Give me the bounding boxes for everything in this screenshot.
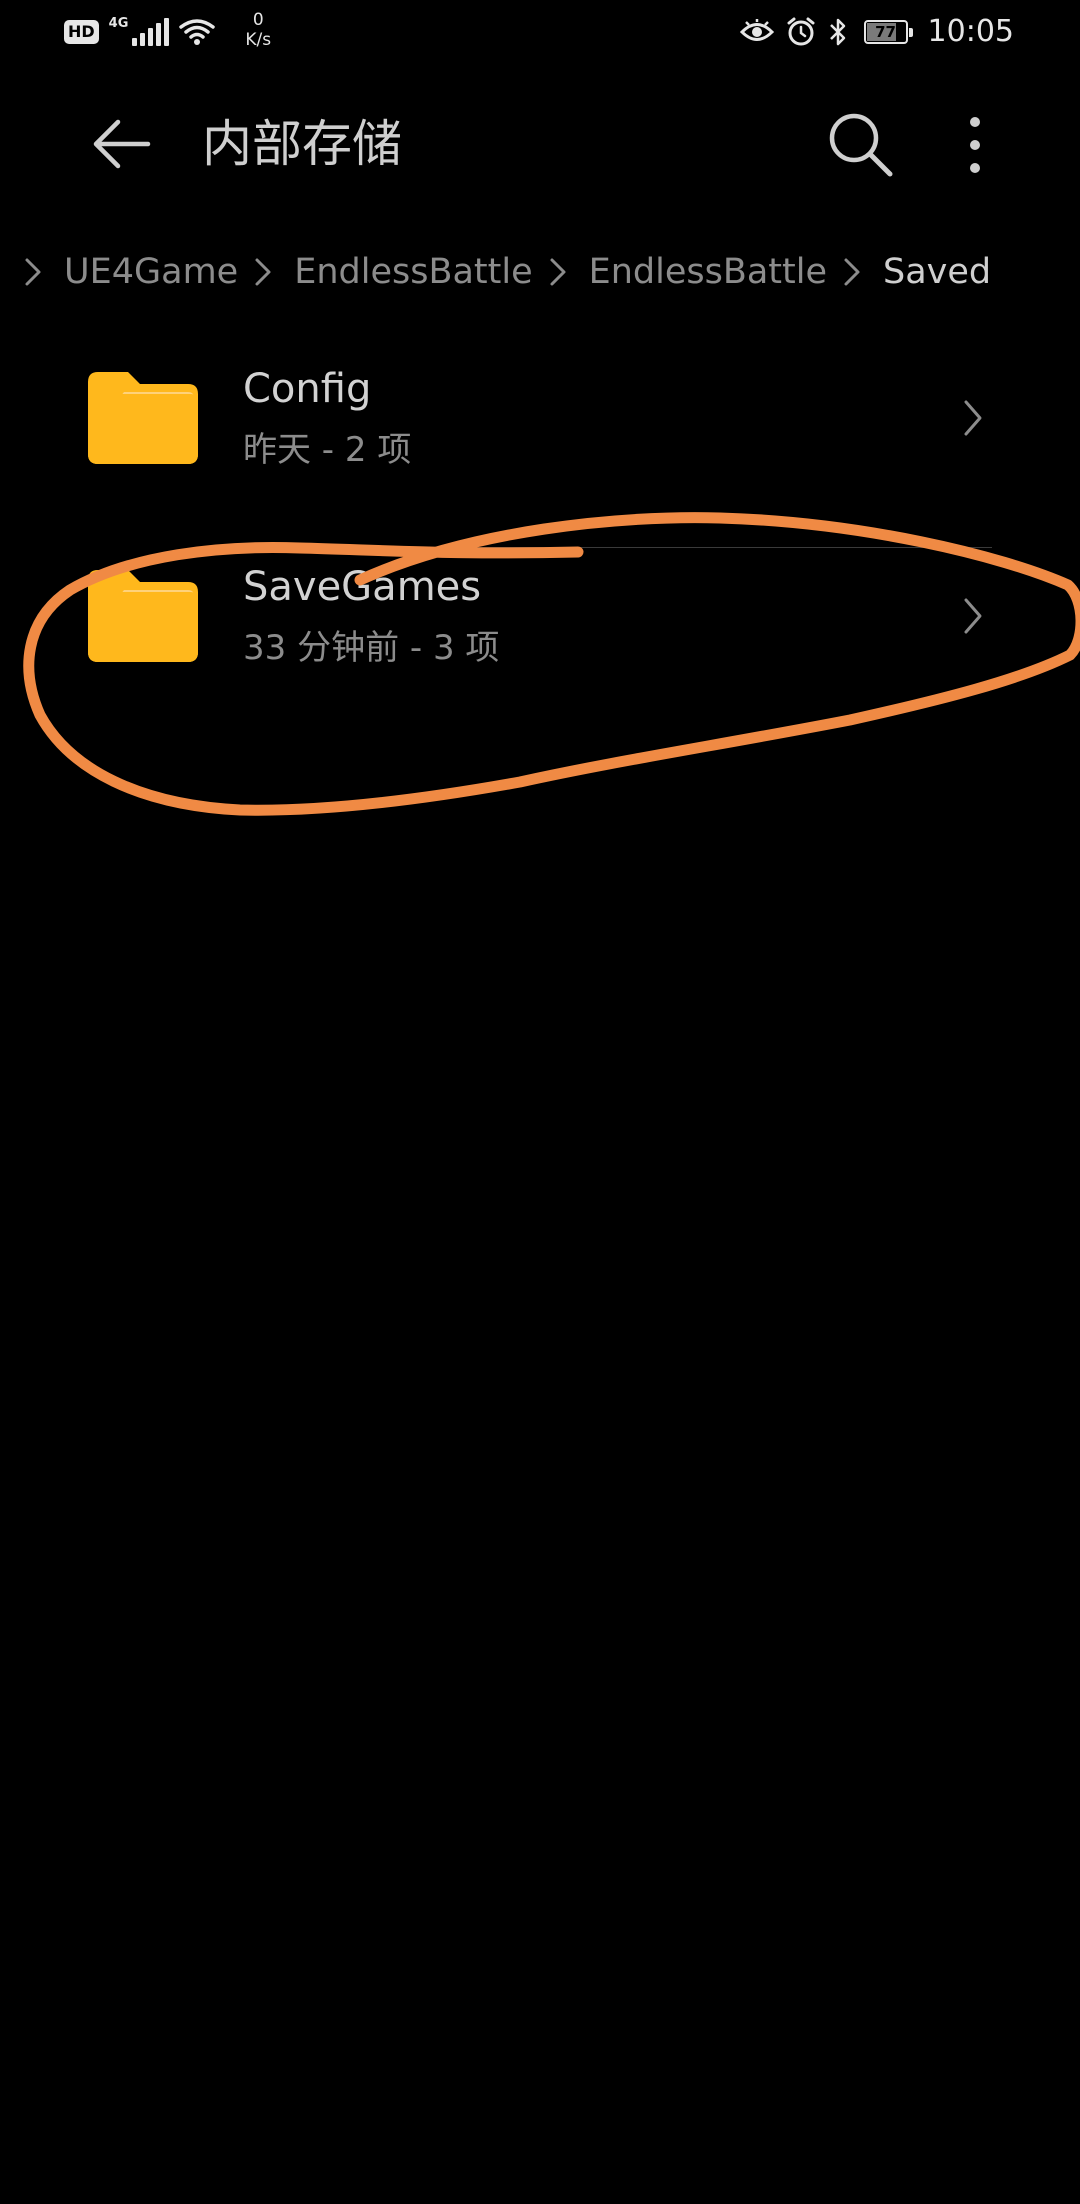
breadcrumb-label: UE4Game [64, 252, 239, 292]
file-meta: 昨天 - 2 项 [243, 430, 412, 470]
page-title: 内部存储 [202, 115, 402, 173]
chevron-right-icon [844, 258, 860, 286]
eye-icon [739, 18, 774, 41]
battery-icon: 77 [863, 19, 913, 44]
chevron-right-icon [255, 258, 271, 286]
network-speed-unit: K/s [245, 30, 272, 50]
list-item-config[interactable]: Config 昨天 - 2 项 [0, 350, 1080, 548]
breadcrumb-item-ue4game[interactable]: UE4Game [24, 252, 254, 292]
clock: 10:05 [927, 14, 1014, 49]
status-right: 77 10:05 [739, 14, 1014, 49]
file-name: Config [243, 366, 372, 412]
folder-icon [88, 372, 198, 464]
file-name: SaveGames [243, 564, 482, 610]
hd-badge: HD [64, 20, 99, 44]
chevron-right-icon [964, 400, 982, 436]
folder-icon [88, 570, 198, 662]
file-meta: 33 分钟前 - 3 项 [243, 628, 500, 668]
status-bar: HD 4G 0 K/s 77 10:05 [0, 0, 1080, 70]
alarm-icon [787, 17, 815, 45]
search-button[interactable] [826, 110, 896, 180]
list-item-savegames[interactable]: SaveGames 33 分钟前 - 3 项 [0, 548, 1080, 746]
toolbar: 内部存储 [0, 100, 1080, 190]
network-type-label: 4G [108, 16, 129, 31]
search-icon [829, 113, 893, 177]
status-left: HD 4G 0 K/s [64, 10, 271, 50]
more-button[interactable] [960, 110, 990, 180]
more-vertical-icon [970, 117, 980, 173]
file-list: Config 昨天 - 2 项 SaveGames 33 分钟前 - 3 项 [0, 350, 1080, 746]
network-speed: 0 K/s [245, 10, 271, 50]
chevron-right-icon [25, 258, 41, 286]
breadcrumb-label: EndlessBattle [294, 252, 533, 292]
chevron-right-icon [964, 598, 982, 634]
breadcrumb: UE4Game EndlessBattle EndlessBattle Save… [24, 242, 1007, 302]
breadcrumb-label: Saved [883, 252, 992, 292]
breadcrumb-item-endlessbattle-2[interactable]: EndlessBattle [549, 252, 843, 292]
breadcrumb-item-endlessbattle[interactable]: EndlessBattle [254, 252, 548, 292]
breadcrumb-label: EndlessBattle [588, 252, 828, 292]
bluetooth-icon [829, 18, 845, 45]
battery-level: 77 [875, 22, 896, 41]
chevron-right-icon [550, 258, 566, 286]
breadcrumb-item-saved[interactable]: Saved [843, 252, 1007, 292]
hand-drawn-circle-annotation [23, 512, 1080, 816]
wifi-icon [179, 19, 216, 45]
network-speed-value: 0 [252, 10, 264, 30]
arrow-left-icon [93, 119, 151, 169]
back-button[interactable] [88, 114, 154, 174]
signal-icon [132, 18, 170, 46]
